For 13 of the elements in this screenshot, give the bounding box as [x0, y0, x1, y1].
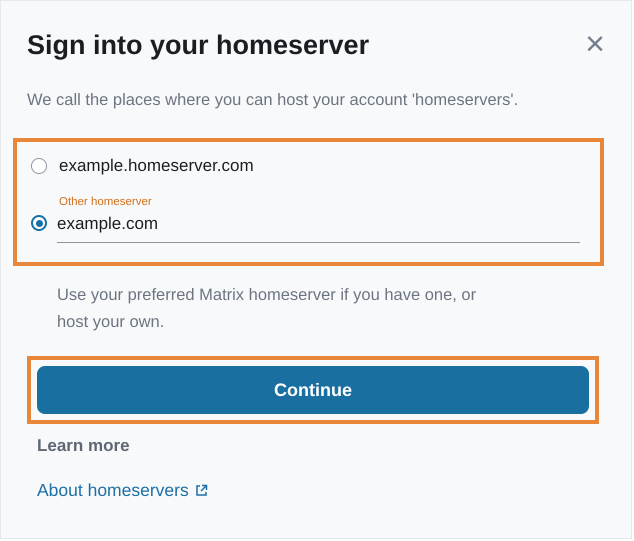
- radio-button[interactable]: [31, 158, 47, 174]
- help-text: Use your preferred Matrix homeserver if you have one, or host your own.: [57, 285, 478, 333]
- external-link-icon: [194, 484, 208, 497]
- description-text: We call the places where you can host your account 'homeservers'.: [27, 91, 520, 110]
- section-heading: Learn more: [37, 436, 131, 456]
- continue-button[interactable]: Continue: [37, 366, 589, 414]
- option-label: example.homeserver.com: [59, 156, 254, 176]
- dialog-title: Sign into your homeserver: [27, 30, 370, 60]
- radio-button[interactable]: [31, 215, 47, 231]
- about-link[interactable]: About homeservers: [37, 480, 189, 501]
- close-button[interactable]: ×: [581, 27, 609, 61]
- field-label: Other homeserver: [59, 196, 153, 208]
- input-field[interactable]: example.com: [57, 208, 580, 243]
